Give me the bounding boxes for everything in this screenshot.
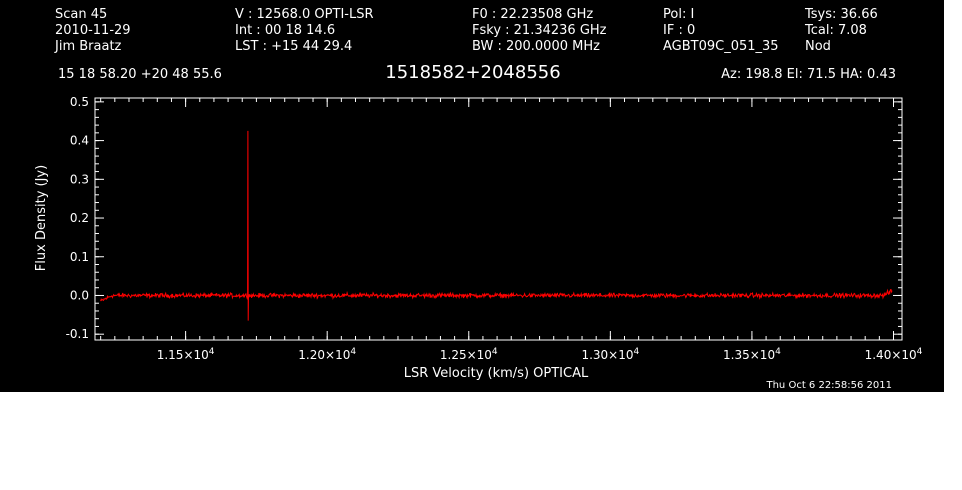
y-tick-label: -0.1 [66,327,89,341]
project-id: AGBT09C_051_35 [663,39,779,54]
x-tick-label: 1.20×104 [298,347,356,362]
header-col3: F0 : 22.23508 GHz Fsky : 21.34236 GHz BW… [472,7,607,54]
polarization: Pol: I [663,7,694,22]
plot-panel: Scan 45 2010-11-29 Jim Braatz V : 12568.… [0,0,944,392]
x-tick-label: 1.35×104 [723,347,781,362]
x-tick-label: 1.15×104 [157,347,215,362]
scan-number: Scan 45 [55,7,107,22]
y-tick-label: 0.1 [70,250,89,264]
header-col5: Tsys: 36.66 Tcal: 7.08 Nod [804,7,878,54]
if-number: IF : 0 [663,23,695,38]
plot-frame [94,97,903,341]
observer-name: Jim Braatz [54,39,122,54]
x-axis-ticks [100,98,895,340]
source-name: 1518582+2048556 [385,62,560,83]
y-axis-ticks [95,101,902,335]
velocity-info: V : 12568.0 OPTI-LSR [235,7,374,22]
x-tick-label: 1.40×104 [865,347,923,362]
header-col1: Scan 45 2010-11-29 Jim Braatz [54,7,131,54]
source-coordinates: 15 18 58.20 +20 48 55.6 [58,67,222,82]
observation-date: 2010-11-29 [55,23,131,38]
rest-frequency: F0 : 22.23508 GHz [472,7,593,22]
x-axis-title: LSR Velocity (km/s) OPTICAL [404,366,589,381]
header-col4: Pol: I IF : 0 AGBT09C_051_35 [663,7,779,54]
y-tick-label: 0.5 [70,95,89,109]
y-axis-title: Flux Density (Jy) [34,165,49,271]
integration-time: Int : 00 18 14.6 [235,23,335,38]
y-tick-label: 0.2 [70,211,89,225]
y-axis-tick-labels: -0.1 0.0 0.1 0.2 0.3 0.4 0.5 [66,95,89,341]
y-tick-label: 0.3 [70,172,89,186]
tcal: Tcal: 7.08 [804,23,867,38]
spectrum-line [100,130,893,321]
sky-frequency: Fsky : 21.34236 GHz [472,23,607,38]
header-col2: V : 12568.0 OPTI-LSR Int : 00 18 14.6 LS… [235,7,374,54]
x-tick-label: 1.30×104 [581,347,639,362]
x-tick-label: 1.25×104 [440,347,498,362]
tsys: Tsys: 36.66 [804,7,878,22]
x-axis-tick-labels: 1.15×104 1.20×104 1.25×104 1.30×104 1.35×104… [157,347,923,362]
spectrum-chart: Scan 45 2010-11-29 Jim Braatz V : 12568.… [34,7,923,391]
procedure: Nod [805,39,831,54]
plot-timestamp: Thu Oct 6 22:58:56 2011 [765,380,892,391]
y-tick-label: 0.4 [70,134,89,148]
y-tick-label: 0.0 [70,288,89,302]
lst-info: LST : +15 44 29.4 [235,39,352,54]
bandwidth: BW : 200.0000 MHz [472,39,600,54]
az-el-ha: Az: 198.8 El: 71.5 HA: 0.43 [721,67,896,82]
